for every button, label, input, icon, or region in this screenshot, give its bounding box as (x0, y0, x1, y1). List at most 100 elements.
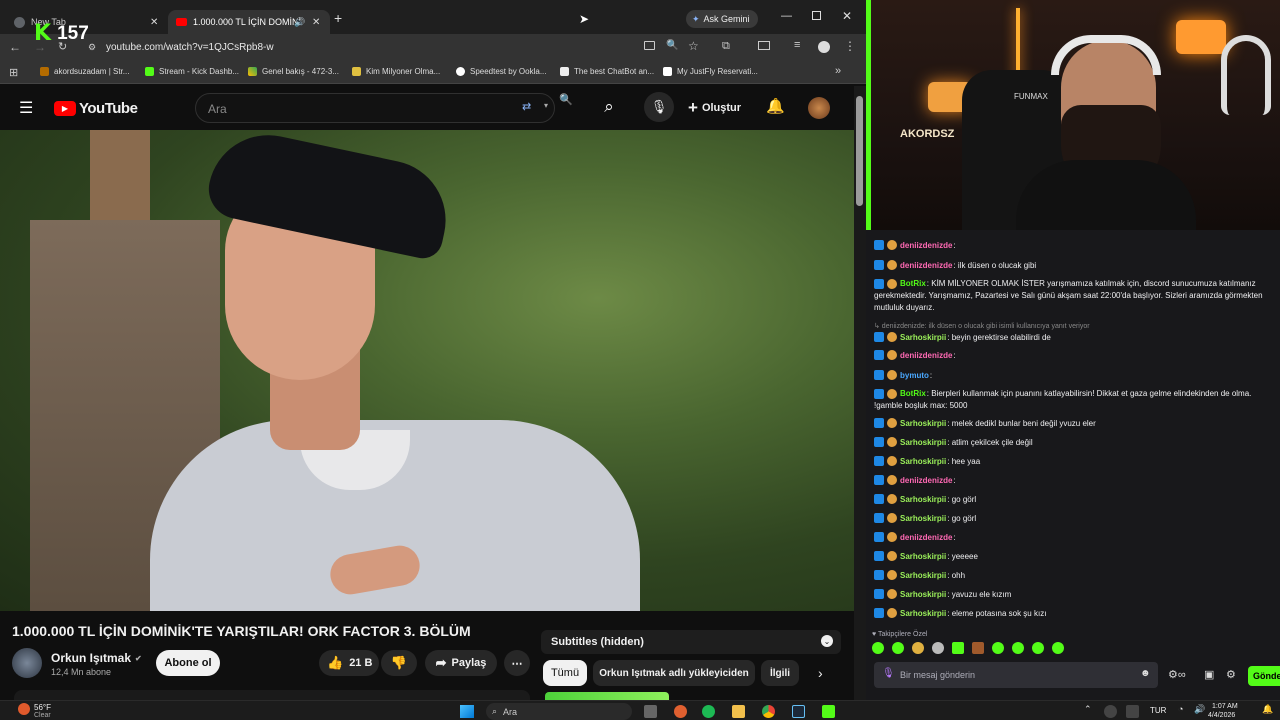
emote[interactable] (932, 642, 944, 654)
search-icon[interactable]: ⌕ (592, 90, 626, 124)
more-actions-button[interactable]: ⋯ (504, 650, 530, 676)
bookmark-item[interactable]: akordsuzadam | Str... (40, 67, 129, 76)
microphone-icon[interactable]: 🎙 (644, 92, 674, 122)
clock-date[interactable]: 4/4/2026 (1208, 712, 1235, 719)
chip-uploader[interactable]: Orkun Işıtmak adlı yükleyiciden (593, 660, 755, 686)
bookmark-item[interactable]: My JustFly Reservati... (663, 67, 758, 76)
page-scrollbar[interactable] (854, 86, 866, 700)
ask-gemini-button[interactable]: ✦ Ask Gemini (686, 10, 758, 28)
volume-icon[interactable]: 🔊 (1194, 704, 1205, 715)
language-indicator[interactable]: TUR (1150, 706, 1166, 715)
chat-username[interactable]: Sarhoskirpii (900, 419, 946, 428)
chat-username[interactable]: Sarhoskirpii (900, 571, 946, 580)
notifications-bell-icon[interactable]: 🔔 (766, 97, 785, 115)
emote[interactable] (992, 642, 1004, 654)
url-input[interactable]: youtube.com/watch?v=1QJCsRpb8-w (106, 42, 274, 53)
bookmark-star-icon[interactable]: ☆ (688, 39, 699, 53)
clock-time[interactable]: 1:07 AM (1212, 703, 1238, 710)
speaker-icon[interactable]: 🔊 (294, 17, 305, 28)
split-view-icon[interactable] (758, 41, 770, 50)
chip-related[interactable]: İlgili (761, 660, 799, 686)
tray-icon[interactable] (1126, 705, 1139, 718)
chat-username[interactable]: Sarhoskirpii (900, 514, 946, 523)
microphone-icon[interactable]: 🎙 (882, 668, 895, 679)
chat-username[interactable]: Sarhoskirpii (900, 438, 946, 447)
tab-youtube[interactable]: 1.000.000 TL İÇİN DOMİNİ 🔊 ✕ (168, 10, 330, 34)
emote[interactable] (972, 642, 984, 654)
description-box[interactable] (14, 690, 530, 700)
settings-gear-icon[interactable]: ⚙ (1226, 668, 1236, 681)
zoom-icon[interactable]: 🔍 (666, 40, 678, 51)
task-view-icon[interactable] (644, 705, 657, 718)
spotify-icon[interactable] (702, 705, 715, 718)
bookmark-item[interactable]: The best ChatBot an... (560, 67, 654, 76)
chat-username[interactable]: deniizdenizde (900, 533, 952, 542)
tray-overflow-icon[interactable]: ⌃ (1084, 704, 1092, 715)
tray-icon[interactable] (1104, 705, 1117, 718)
store-icon[interactable]: ▣ (1204, 668, 1214, 681)
chat-username[interactable]: deniizdenizde (900, 241, 952, 250)
chat-username[interactable]: Sarhoskirpii (900, 590, 946, 599)
emote[interactable] (872, 642, 884, 654)
chat-username[interactable]: deniizdenizde (900, 476, 952, 485)
close-icon[interactable]: ✕ (312, 17, 320, 28)
chat-username[interactable]: Sarhoskirpii (900, 609, 946, 618)
scrollbar-thumb[interactable] (856, 96, 863, 206)
site-info-icon[interactable]: ⚙ (88, 42, 96, 53)
points-icon[interactable]: ⚙∞ (1168, 668, 1186, 681)
search-input[interactable]: Ara ⇄ ▾ (195, 93, 555, 123)
emote[interactable] (1012, 642, 1024, 654)
send-button[interactable]: Gönder (1248, 666, 1280, 686)
video-player[interactable] (0, 130, 854, 611)
bookmarks-overflow-icon[interactable]: » (835, 65, 841, 77)
youtube-logo[interactable]: ▶ YouTube (54, 100, 138, 117)
channel-name[interactable]: Orkun Işıtmak ✔ (51, 651, 142, 665)
windows-start-icon[interactable] (460, 705, 474, 718)
kick-app-icon[interactable] (822, 705, 835, 718)
chat-username[interactable]: Sarhoskirpii (900, 552, 946, 561)
chrome-icon[interactable] (762, 705, 775, 718)
chat-username[interactable]: BotRix (900, 389, 926, 398)
wifi-icon[interactable]: ◔ (1178, 704, 1183, 714)
bookmark-item[interactable]: Genel bakış - 472-3... (248, 67, 339, 76)
maximize-icon[interactable] (812, 11, 821, 20)
chat-username[interactable]: Sarhoskirpii (900, 457, 946, 466)
emote[interactable] (1052, 642, 1064, 654)
recommended-thumbnail[interactable] (545, 692, 669, 700)
new-tab-icon[interactable]: + (334, 10, 342, 26)
dislike-button[interactable]: 👎 (381, 650, 417, 676)
chevron-right-icon[interactable]: › (818, 665, 823, 681)
chat-username[interactable]: Sarhoskirpii (900, 333, 946, 342)
back-icon[interactable]: ← (9, 40, 21, 54)
image-search-icon[interactable]: 🔍 (559, 93, 581, 115)
emote[interactable] (912, 642, 924, 654)
minimize-icon[interactable]: — (781, 10, 792, 22)
emote[interactable] (892, 642, 904, 654)
steam-icon[interactable] (792, 705, 805, 718)
translate-icon[interactable]: ⇄ (522, 100, 531, 113)
avatar[interactable] (808, 97, 830, 119)
channel-avatar[interactable] (12, 648, 42, 678)
chat-username[interactable]: bymuto (900, 371, 929, 380)
chat-username[interactable]: Sarhoskirpii (900, 495, 946, 504)
bookmark-item[interactable]: Speedtest by Ookla... (456, 67, 547, 76)
create-button[interactable]: + Oluştur (688, 98, 741, 118)
weather-icon[interactable] (18, 703, 30, 715)
chat-username[interactable]: BotRix (900, 279, 926, 288)
share-button[interactable]: ➦ Paylaş (425, 650, 497, 676)
close-icon[interactable]: ✕ (150, 17, 158, 28)
extensions-icon[interactable]: ⧉ (722, 40, 730, 53)
menu-kebab-icon[interactable]: ⋮ (844, 39, 856, 53)
apps-grid-icon[interactable]: ⊞ (9, 66, 18, 79)
app-icon[interactable] (674, 705, 687, 718)
subtitles-panel[interactable]: Subtitles (hidden) ⌄ (541, 630, 841, 654)
chat-input[interactable]: 🎙 Bir mesaj gönderin ☻ (874, 662, 1158, 688)
window-close-icon[interactable]: ✕ (842, 9, 852, 23)
emote[interactable] (1032, 642, 1044, 654)
emote[interactable] (952, 642, 964, 654)
like-button[interactable]: 👍 21 B (319, 650, 379, 676)
emoji-icon[interactable]: ☻ (1140, 668, 1151, 679)
chip-all[interactable]: Tümü (543, 660, 587, 686)
bookmark-item[interactable]: Kim Milyoner Olma... (352, 67, 440, 76)
taskbar-search[interactable]: ⌕ Ara (486, 703, 632, 720)
